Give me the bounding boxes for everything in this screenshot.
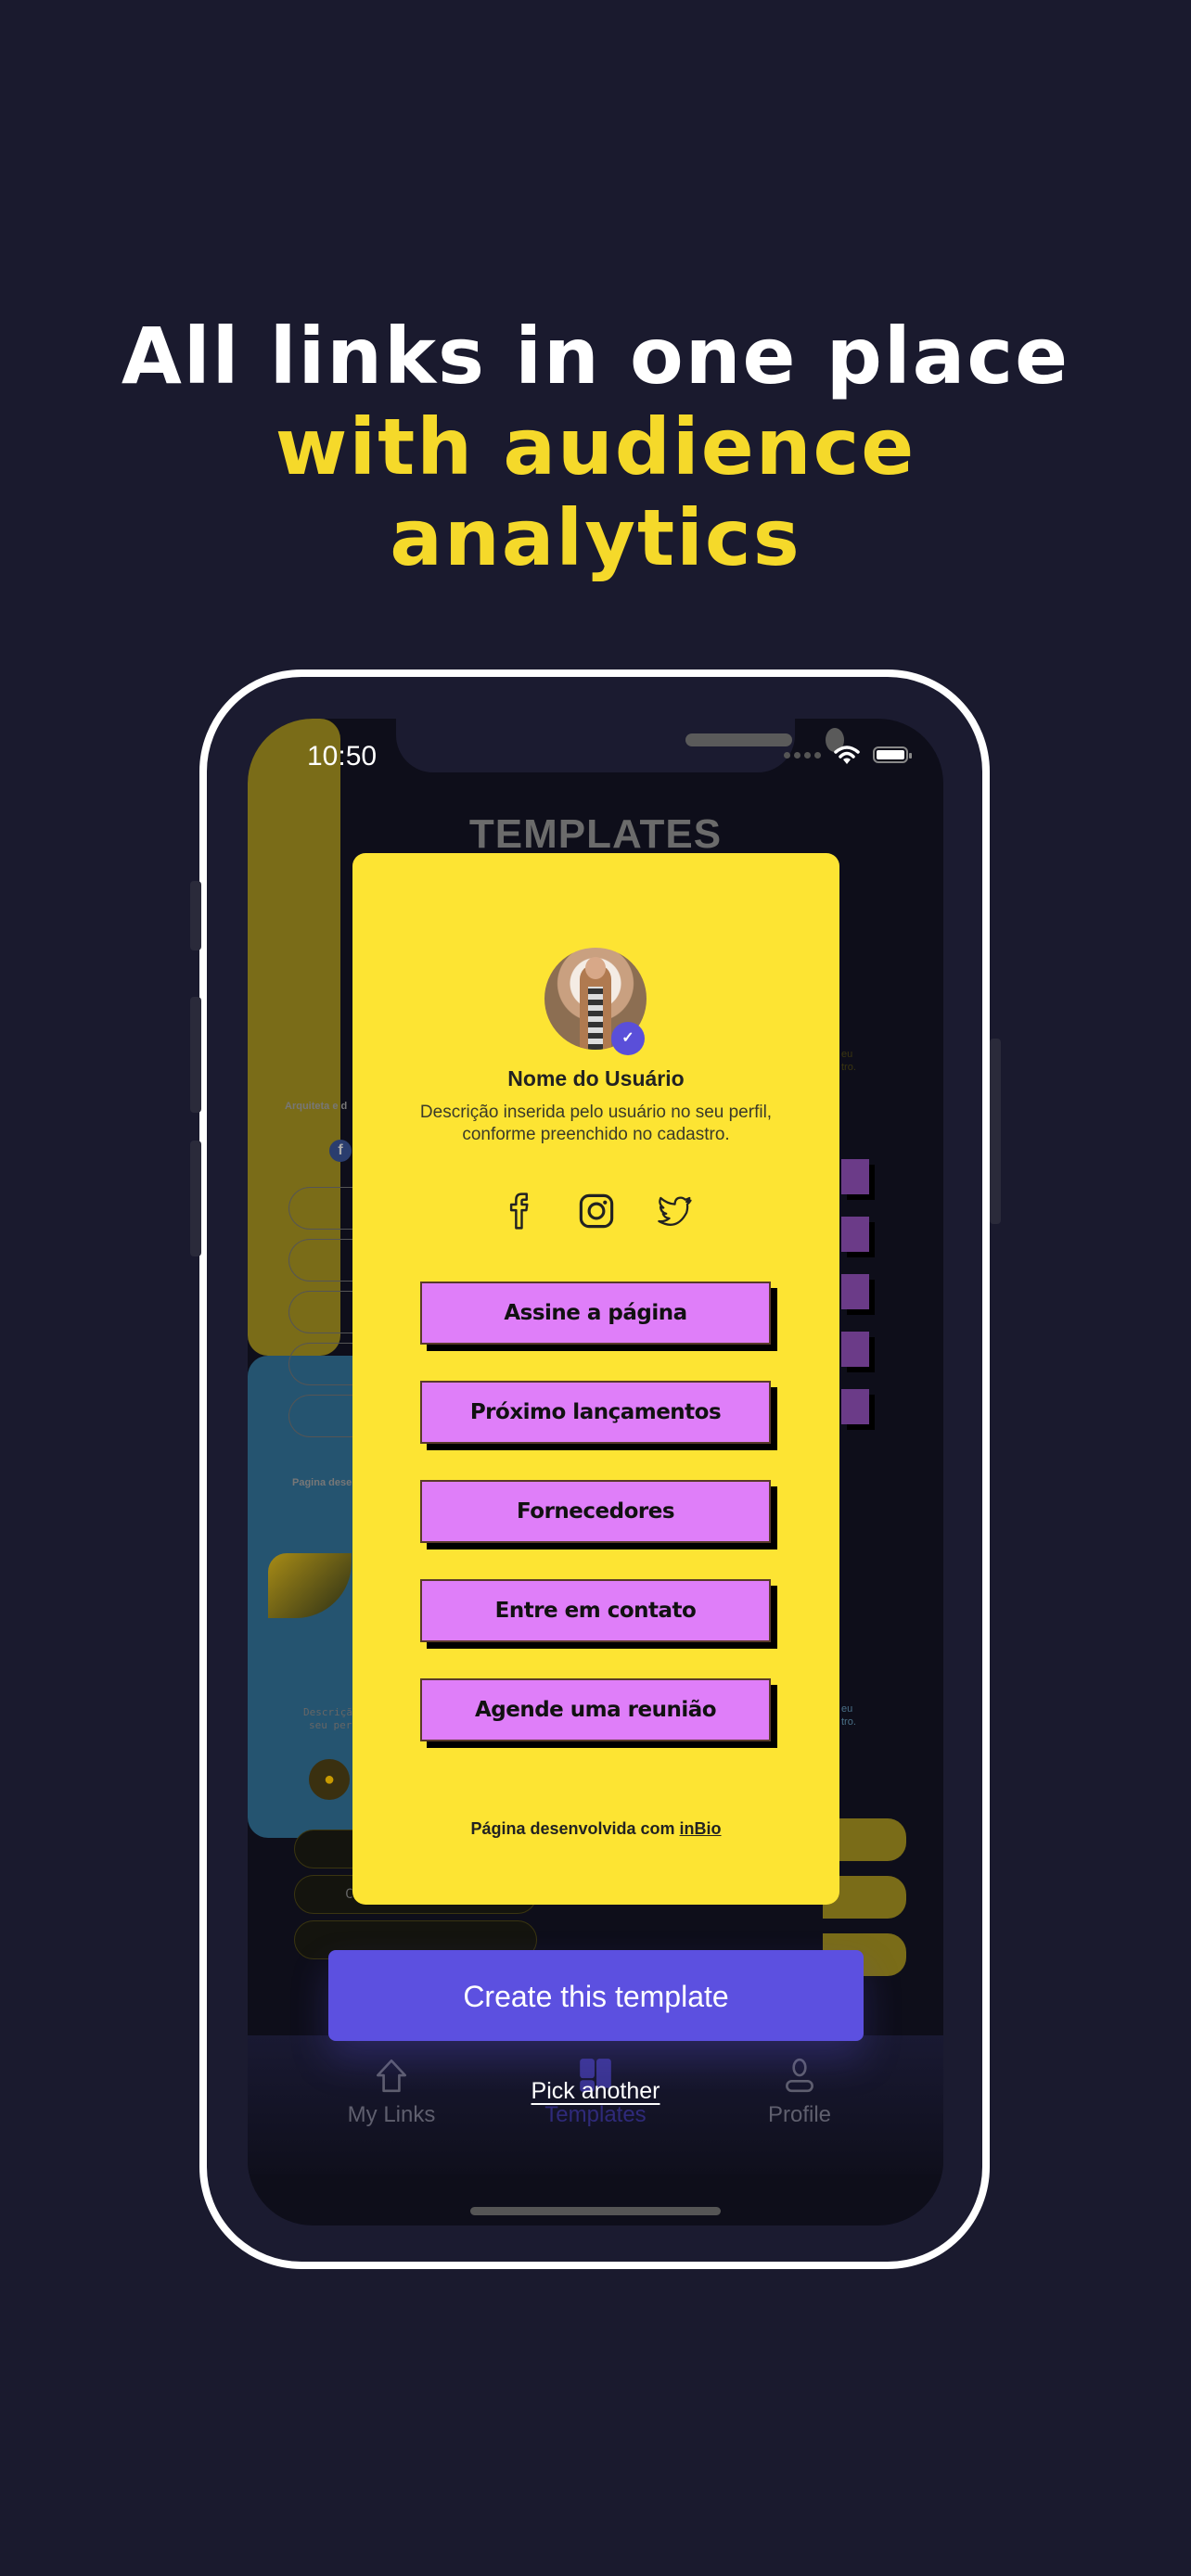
bg-template-desc: Descriçã	[303, 1706, 352, 1718]
bg-template-bio: Arquiteta e d	[285, 1101, 348, 1112]
link-button[interactable]: Fornecedores	[420, 1480, 771, 1543]
bg-link-stub	[841, 1159, 869, 1194]
bg-link-stub	[841, 1217, 869, 1252]
tab-label: Profile	[767, 2102, 832, 2127]
powered-by-footer: Página desenvolvida com inBio	[352, 1819, 839, 1839]
bg-facebook-icon: f	[329, 1140, 352, 1162]
facebook-icon[interactable]	[499, 1192, 538, 1231]
create-template-button[interactable]: Create this template	[328, 1950, 864, 2041]
bg-template-desc: tro.	[841, 1062, 856, 1073]
headline-line-3: analytics	[390, 492, 801, 583]
bg-link-stub	[841, 1389, 869, 1424]
link-button[interactable]: Próximo lançamentos	[420, 1381, 771, 1444]
phone-side-button	[190, 881, 201, 950]
bg-template-footer: Pagina dese	[292, 1477, 352, 1488]
instagram-icon[interactable]	[577, 1192, 616, 1231]
phone-side-button	[190, 997, 201, 1113]
social-links	[352, 1192, 839, 1231]
headline-line-1: All links in one place	[121, 311, 1070, 402]
footer-prefix: Página desenvolvida com	[470, 1819, 680, 1838]
phone-side-button	[190, 1141, 201, 1256]
link-button[interactable]: Assine a página	[420, 1282, 771, 1345]
tab-my-links[interactable]: My Links	[317, 2056, 466, 2128]
headline-line-2: with audience	[275, 402, 916, 492]
inbio-link[interactable]: inBio	[680, 1819, 722, 1838]
wifi-icon	[834, 746, 860, 764]
signal-dots-icon	[784, 751, 821, 759]
user-name: Nome do Usuário	[507, 1066, 685, 1090]
phone-side-button	[990, 1039, 1001, 1224]
verified-badge-icon: ✓	[614, 1025, 642, 1052]
home-indicator[interactable]	[470, 2207, 721, 2215]
bg-template-desc: tro.	[841, 1716, 856, 1728]
bg-snapchat-icon: ●	[309, 1759, 350, 1800]
tab-profile[interactable]: Profile	[725, 2056, 874, 2128]
phone-screen: 10:50 TEMPLATES Arquiteta e d f Pagina d…	[248, 719, 943, 2225]
speaker	[685, 733, 792, 746]
status-icons	[784, 745, 912, 765]
bg-link-stub	[841, 1274, 869, 1309]
status-time: 10:50	[307, 741, 378, 772]
template-preview-card: ✓ Nome do Usuário Descrição inserida pel…	[352, 853, 839, 1905]
tab-label: Templates	[544, 2102, 647, 2127]
battery-icon	[873, 746, 912, 763]
home-icon	[376, 2059, 407, 2093]
bg-template-desc: eu	[841, 1049, 853, 1060]
profile-icon	[786, 2058, 813, 2093]
bg-template-desc: seu per	[309, 1719, 352, 1731]
tab-label: My Links	[347, 2102, 436, 2127]
bg-template-desc: eu	[841, 1703, 853, 1715]
bg-link-stub	[841, 1332, 869, 1367]
twitter-icon[interactable]	[655, 1192, 694, 1231]
notch	[396, 719, 844, 772]
page-title: TEMPLATES	[468, 811, 723, 857]
link-button[interactable]: Entre em contato	[420, 1579, 771, 1642]
link-button[interactable]: Agende uma reunião	[420, 1678, 771, 1741]
pick-another-link[interactable]: Pick another	[470, 2077, 721, 2106]
user-description: Descrição inserida pelo usuário no seu p…	[419, 1103, 773, 1144]
